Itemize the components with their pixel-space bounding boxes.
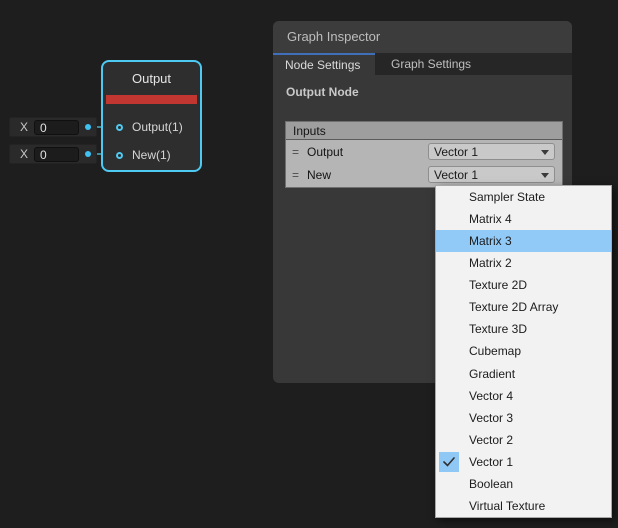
panel-title[interactable]: Graph Inspector <box>273 21 572 53</box>
drag-handle-icon[interactable]: = <box>292 168 298 182</box>
menu-item-virtual-texture[interactable]: Virtual Texture <box>436 495 611 517</box>
menu-item-vector-3[interactable]: Vector 3 <box>436 407 611 429</box>
port-output[interactable]: Output(1) <box>116 119 183 135</box>
type-dropdown-new[interactable]: Vector 1 <box>428 166 555 183</box>
dropdown-value: Vector 1 <box>434 145 478 159</box>
port-label: New(1) <box>132 148 171 162</box>
tab-bar: Node Settings Graph Settings <box>273 53 572 75</box>
inputs-box: Inputs = Output Vector 1 = New Vector 1 <box>285 121 563 188</box>
output-node[interactable]: Output Output(1) New(1) <box>101 60 202 172</box>
tab-node-settings[interactable]: Node Settings <box>273 53 375 75</box>
port-circle-icon[interactable] <box>116 124 123 131</box>
inputs-header: Inputs <box>286 122 562 140</box>
input-widget-output[interactable]: X 0 <box>9 117 97 137</box>
chevron-down-icon <box>541 150 549 155</box>
node-accent-bar <box>106 95 197 104</box>
tab-graph-settings[interactable]: Graph Settings <box>375 53 487 75</box>
menu-item-matrix-3[interactable]: Matrix 3 <box>436 230 611 252</box>
type-dropdown-output[interactable]: Vector 1 <box>428 143 555 160</box>
port-circle-icon[interactable] <box>116 152 123 159</box>
menu-item-matrix-2[interactable]: Matrix 2 <box>436 252 611 274</box>
axis-label: X <box>20 147 28 161</box>
menu-item-sampler-state[interactable]: Sampler State <box>436 186 611 208</box>
port-label: Output(1) <box>132 120 183 134</box>
section-title: Output Node <box>286 85 572 99</box>
menu-item-vector-1[interactable]: Vector 1 <box>436 451 611 473</box>
menu-item-vector-2[interactable]: Vector 2 <box>436 429 611 451</box>
menu-item-vector-4[interactable]: Vector 4 <box>436 385 611 407</box>
menu-item-gradient[interactable]: Gradient <box>436 363 611 385</box>
row-label: Output <box>307 145 343 159</box>
port-new[interactable]: New(1) <box>116 147 171 163</box>
input-row-new: = New Vector 1 <box>286 163 562 186</box>
checkmark-icon <box>439 452 459 472</box>
row-label: New <box>307 168 331 182</box>
menu-item-texture-2d-array[interactable]: Texture 2D Array <box>436 296 611 318</box>
input-row-output: = Output Vector 1 <box>286 140 562 163</box>
input-widget-new[interactable]: X 0 <box>9 144 97 164</box>
node-title: Output <box>103 62 200 95</box>
dropdown-value: Vector 1 <box>434 168 478 182</box>
menu-item-boolean[interactable]: Boolean <box>436 473 611 495</box>
axis-label: X <box>20 120 28 134</box>
menu-item-cubemap[interactable]: Cubemap <box>436 340 611 362</box>
connector-dot-icon[interactable] <box>85 151 91 157</box>
chevron-down-icon <box>541 173 549 178</box>
menu-item-label: Vector 1 <box>469 455 513 469</box>
menu-item-texture-2d[interactable]: Texture 2D <box>436 274 611 296</box>
type-dropdown-menu: Sampler State Matrix 4 Matrix 3 Matrix 2… <box>435 185 612 518</box>
value-field[interactable]: 0 <box>34 147 79 162</box>
value-field[interactable]: 0 <box>34 120 79 135</box>
connector-dot-icon[interactable] <box>85 124 91 130</box>
drag-handle-icon[interactable]: = <box>292 145 298 159</box>
menu-item-matrix-4[interactable]: Matrix 4 <box>436 208 611 230</box>
menu-item-texture-3d[interactable]: Texture 3D <box>436 318 611 340</box>
